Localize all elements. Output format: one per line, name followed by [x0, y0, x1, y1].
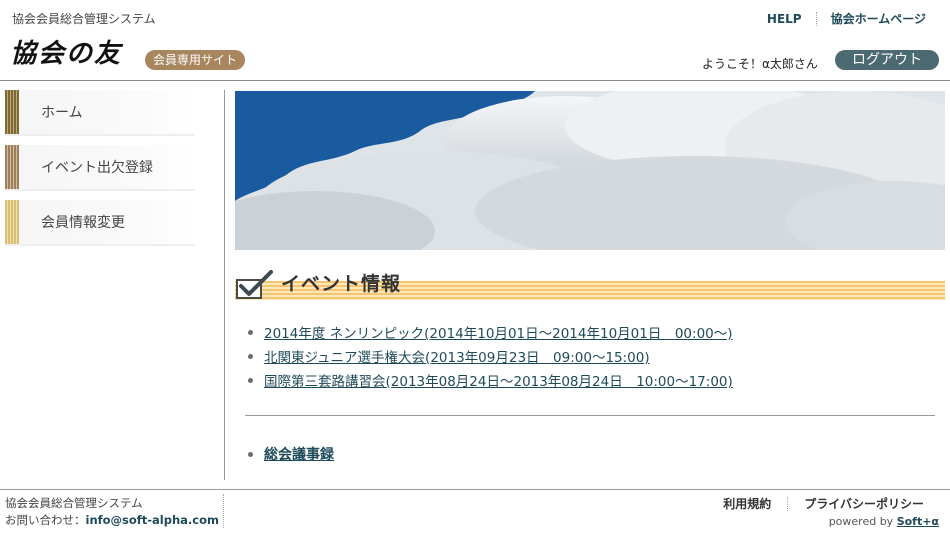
- bullet-icon: [248, 353, 253, 359]
- logout-button[interactable]: ログアウト: [835, 50, 939, 70]
- sidebar: ホーム イベント出欠登録 会員情報変更: [0, 90, 225, 480]
- sidebar-item-event-attendance[interactable]: イベント出欠登録: [5, 145, 195, 191]
- powered-by: powered by Soft+α: [829, 515, 939, 528]
- privacy-policy-link[interactable]: プライバシーポリシー: [788, 495, 940, 512]
- event-link[interactable]: 国際第三套路講習会(2013年08月24日～2013年08月24日 10:00～…: [264, 370, 733, 390]
- bullet-icon: [248, 377, 253, 383]
- nav-marker: [5, 90, 19, 134]
- list-item: 2014年度 ネンリンピック(2014年10月01日～2014年10月01日 0…: [248, 320, 733, 344]
- powered-by-brand-link[interactable]: Soft+α: [897, 515, 939, 528]
- hero-sky-image: [235, 91, 945, 250]
- welcome-message: ようこそ！α太郎さん: [702, 57, 818, 71]
- nav-marker: [5, 200, 19, 244]
- help-link[interactable]: HELP: [753, 12, 816, 26]
- sidebar-item-label: 会員情報変更: [41, 215, 125, 231]
- nav-marker: [5, 145, 19, 189]
- contact-label: お問い合わせ：: [5, 513, 86, 527]
- system-title: 協会会員総合管理システム: [12, 12, 156, 26]
- association-homepage-link[interactable]: 協会ホームページ: [817, 10, 940, 27]
- footer-divider: [0, 489, 950, 490]
- top-links: HELP 協会ホームページ: [753, 10, 940, 27]
- sidebar-item-member-info[interactable]: 会員情報変更: [5, 200, 195, 246]
- powered-by-label: powered by: [828, 515, 894, 528]
- checkbox-check-icon: [235, 268, 275, 300]
- sidebar-item-home[interactable]: ホーム: [5, 90, 195, 136]
- footer-system-name: 協会会員総合管理システム: [5, 496, 143, 510]
- sidebar-item-label: ホーム: [41, 105, 83, 121]
- terms-of-use-link[interactable]: 利用規約: [707, 495, 787, 512]
- event-list: 2014年度 ネンリンピック(2014年10月01日～2014年10月01日 0…: [248, 320, 733, 392]
- content-divider: [245, 415, 935, 416]
- bullet-icon: [248, 451, 253, 457]
- minutes-item: 総会議事録: [248, 444, 334, 464]
- site-logo[interactable]: 協会の友: [10, 33, 122, 70]
- footer-links: 利用規約 プライバシーポリシー: [707, 495, 940, 512]
- list-item: 国際第三套路講習会(2013年08月24日～2013年08月24日 10:00～…: [248, 368, 733, 392]
- sky-clouds-illustration: [235, 91, 945, 250]
- event-link[interactable]: 北関東ジュニア選手権大会(2013年09月23日 09:00～15:00): [264, 346, 650, 366]
- contact-email[interactable]: info@soft-alpha.com: [86, 513, 220, 527]
- header-divider: [0, 80, 950, 81]
- sidebar-item-label: イベント出欠登録: [41, 160, 153, 176]
- bullet-icon: [248, 329, 253, 335]
- footer-contact: お問い合わせ：info@soft-alpha.com: [5, 512, 219, 529]
- general-meeting-minutes-link[interactable]: 総会議事録: [264, 444, 334, 464]
- member-site-badge: 会員専用サイト: [145, 50, 246, 70]
- event-link[interactable]: 2014年度 ネンリンピック(2014年10月01日～2014年10月01日 0…: [264, 322, 733, 342]
- footer-vertical-divider: [223, 494, 224, 528]
- footer-info: 協会会員総合管理システム お問い合わせ：info@soft-alpha.com: [5, 495, 219, 529]
- event-info-heading: イベント情報: [281, 273, 402, 295]
- list-item: 北関東ジュニア選手権大会(2013年09月23日 09:00～15:00): [248, 344, 733, 368]
